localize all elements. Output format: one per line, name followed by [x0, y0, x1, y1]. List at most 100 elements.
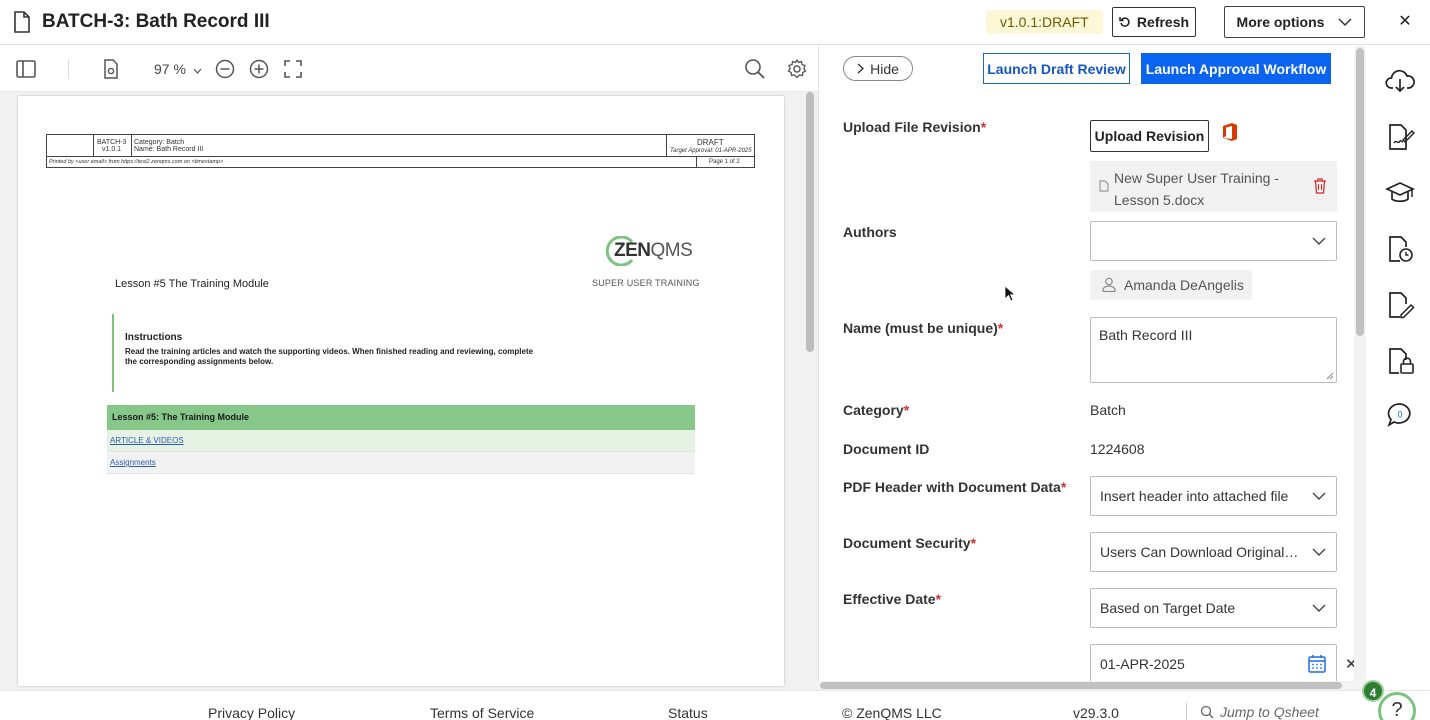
articles-videos-link[interactable]: ARTICLE & VIDEOS	[110, 436, 184, 445]
resize-grip-icon[interactable]	[1326, 372, 1334, 380]
zenqms-logo: ZENQMS	[602, 236, 693, 266]
sidebar-toggle-icon[interactable]	[15, 58, 37, 80]
document-header-table: BATCH-3 v1.0.1 Category: Batch Name: Bat…	[46, 134, 755, 168]
search-icon	[1200, 705, 1214, 719]
chevron-down-icon	[1338, 18, 1352, 27]
comments-count: 0	[1397, 410, 1402, 420]
qsheet-search-input[interactable]: Jump to Qsheet	[1186, 703, 1319, 720]
privacy-policy-link[interactable]: Privacy Policy	[208, 705, 295, 720]
zoom-in-icon[interactable]	[248, 58, 270, 80]
document-security-select[interactable]: Users Can Download Original F...	[1090, 532, 1337, 572]
mouse-cursor-icon	[1004, 285, 1016, 302]
document-viewer[interactable]: BATCH-3 v1.0.1 Category: Batch Name: Bat…	[0, 92, 818, 690]
status-link[interactable]: Status	[668, 705, 708, 720]
document-icon	[14, 11, 30, 33]
instructions-title: Instructions	[125, 332, 183, 343]
close-icon[interactable]: ✕	[1394, 11, 1416, 33]
terms-of-service-link[interactable]: Terms of Service	[430, 705, 534, 720]
hide-button[interactable]: Hide	[843, 56, 913, 81]
locked-document-icon[interactable]	[1385, 346, 1415, 376]
attached-file-name: New Super User Training - Lesson 5.docx	[1114, 170, 1279, 208]
refresh-button[interactable]: Refresh	[1112, 7, 1196, 37]
logo-subtitle: SUPER USER TRAINING	[592, 278, 700, 288]
authors-select[interactable]	[1090, 221, 1337, 261]
chevron-down-icon	[1312, 492, 1326, 500]
upload-revision-button[interactable]: Upload Revision	[1090, 120, 1209, 152]
comments-icon[interactable]: 0	[1385, 400, 1415, 430]
launch-draft-review-button[interactable]: Launch Draft Review	[983, 53, 1130, 84]
page-title: BATCH-3: Bath Record III	[42, 11, 270, 32]
effective-date-select[interactable]: Based on Target Date	[1090, 588, 1337, 628]
instructions-body: Read the training articles and watch the…	[125, 347, 534, 366]
gear-icon[interactable]	[786, 58, 808, 80]
file-icon	[1099, 180, 1109, 192]
instructions-box: Instructions Read the training articles …	[112, 314, 592, 392]
document-page: BATCH-3 v1.0.1 Category: Batch Name: Bat…	[18, 96, 784, 686]
chevron-down-icon	[1312, 548, 1326, 556]
trash-icon[interactable]	[1313, 178, 1327, 194]
more-options-label: More options	[1236, 14, 1325, 30]
copyright-text: © ZenQMS LLC	[842, 705, 942, 720]
category-value: Batch	[1090, 402, 1126, 418]
header-name: Name: Bath Record III	[134, 146, 204, 153]
chevron-right-icon	[857, 63, 865, 74]
pdf-header-select-value: Insert header into attached file	[1100, 488, 1289, 504]
refresh-icon	[1119, 17, 1130, 27]
app-version: v29.3.0	[1073, 705, 1119, 720]
pdf-header-select[interactable]: Insert header into attached file	[1090, 476, 1337, 516]
name-textarea[interactable]: Bath Record III	[1090, 317, 1337, 383]
document-id-value: 1224608	[1090, 441, 1145, 457]
document-properties-panel: Hide Launch Draft Review Launch Approval…	[818, 46, 1354, 690]
panel-horizontal-scrollbar[interactable]	[818, 681, 1354, 690]
refresh-label: Refresh	[1136, 14, 1190, 30]
office-icon[interactable]	[1221, 122, 1239, 142]
launch-approval-workflow-button[interactable]: Launch Approval Workflow	[1141, 53, 1331, 84]
page-settings-icon[interactable]	[100, 58, 122, 80]
viewer-toolbar: 97 %	[0, 46, 818, 92]
fullscreen-icon[interactable]	[282, 58, 304, 80]
version-badge: v1.0.1:DRAFT	[986, 10, 1103, 34]
author-name: Amanda DeAngelis	[1124, 277, 1244, 293]
chevron-down-icon	[1312, 237, 1326, 245]
category-label: Category*	[843, 402, 910, 418]
user-icon	[1102, 277, 1116, 292]
clear-date-icon[interactable]: ✕	[1345, 655, 1354, 673]
footer: Privacy Policy Terms of Service Status ©…	[0, 690, 1430, 720]
name-textarea-value: Bath Record III	[1099, 327, 1193, 343]
training-cap-icon[interactable]	[1385, 178, 1415, 208]
header-target-approval: Target Approval: 01-APR-2025	[670, 148, 752, 154]
toolbar-divider	[68, 59, 69, 79]
table-row: ARTICLE & VIDEOS	[107, 430, 695, 452]
header-printed-by: Printed by <user email> from https://tes…	[49, 159, 224, 165]
qsheet-search-placeholder: Jump to Qsheet	[1220, 704, 1319, 720]
upload-revision-label: Upload File Revision*	[843, 119, 987, 135]
effective-date-input[interactable]: 01-APR-2025	[1090, 644, 1337, 684]
lesson-title: Lesson #5 The Training Module	[115, 278, 269, 290]
hide-label: Hide	[870, 60, 899, 77]
header-version: v1.0.1	[102, 146, 122, 153]
document-security-label: Document Security*	[843, 535, 977, 551]
header-page-of: Page 1 of 2	[709, 159, 740, 165]
assignments-link[interactable]: Assignments	[110, 458, 156, 467]
viewer-scrollbar[interactable]	[806, 92, 814, 352]
zoom-level[interactable]: 97 %	[154, 61, 202, 77]
help-notification-badge[interactable]: 4	[1362, 680, 1384, 702]
chevron-down-icon	[1312, 604, 1326, 612]
more-options-button[interactable]: More options	[1224, 6, 1365, 38]
author-chip: Amanda DeAngelis	[1090, 270, 1252, 300]
chevron-down-icon	[193, 68, 202, 74]
header-status: DRAFT	[697, 138, 724, 147]
lesson-table-header: Lesson #5: The Training Module	[107, 405, 695, 430]
sign-document-icon[interactable]	[1385, 122, 1415, 152]
edit-document-icon[interactable]	[1385, 290, 1415, 320]
zoom-out-icon[interactable]	[214, 58, 236, 80]
effective-date-select-value: Based on Target Date	[1100, 600, 1236, 616]
panel-scrollbar[interactable]	[1354, 46, 1366, 690]
cloud-download-icon[interactable]	[1385, 66, 1415, 96]
document-history-icon[interactable]	[1385, 234, 1415, 264]
document-security-select-value: Users Can Download Original F...	[1100, 544, 1300, 560]
search-icon[interactable]	[744, 58, 766, 80]
pdf-header-label: PDF Header with Document Data*	[843, 479, 1067, 495]
calendar-icon[interactable]	[1307, 654, 1327, 674]
authors-label: Authors	[843, 224, 897, 240]
